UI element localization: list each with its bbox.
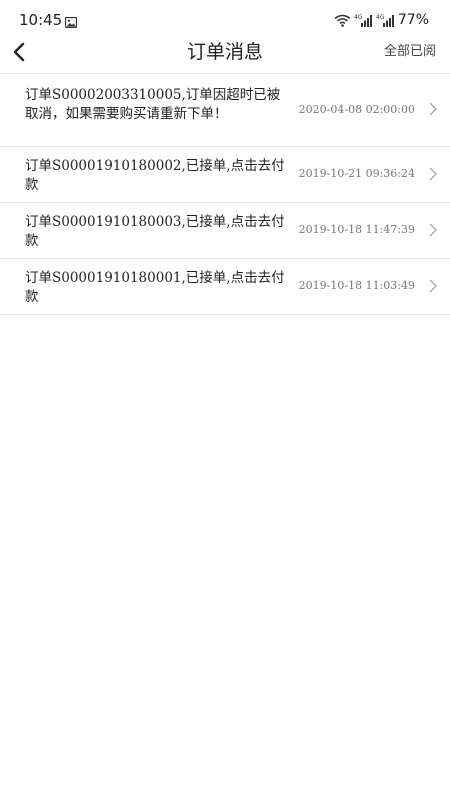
message-item[interactable]: 订单S00001910180003,已接单,点击去付款 2019-10-18 1… (0, 203, 450, 259)
message-text: 订单S00001910180001,已接单,点击去付款 (25, 270, 285, 305)
message-item[interactable]: 订单S00001910180002,已接单,点击去付款 2019-10-21 0… (0, 147, 450, 203)
nav-bar: 订单消息 全部已阅 (0, 34, 450, 72)
message-time: 2020-04-08 02:00:00 (298, 103, 415, 116)
mark-all-read-button[interactable]: 全部已阅 (384, 43, 436, 61)
message-text: 订单S00002003310005,订单因超时已被取消，如果需要购买请重新下单！ (25, 87, 281, 122)
chevron-right-icon (429, 102, 437, 116)
status-right: 4G 4G 77% (334, 10, 429, 30)
status-time: 10:45 (19, 11, 63, 29)
signal-2-icon: 4G (376, 13, 394, 27)
chevron-right-icon (429, 167, 437, 181)
message-time: 2019-10-18 11:03:49 (298, 279, 415, 292)
signal-1-icon: 4G (354, 13, 372, 27)
battery-level: 77% (397, 12, 429, 28)
network-type-2: 4G (376, 14, 385, 21)
wifi-icon (334, 14, 351, 27)
gallery-notification-icon (64, 13, 78, 29)
message-time: 2019-10-18 11:47:39 (298, 223, 415, 236)
page-title: 订单消息 (186, 41, 263, 63)
network-type-1: 4G (354, 14, 363, 21)
message-item[interactable]: 订单S00001910180001,已接单,点击去付款 2019-10-18 1… (0, 259, 450, 315)
message-item[interactable]: 订单S00002003310005,订单因超时已被取消，如果需要购买请重新下单！… (0, 74, 450, 147)
message-time: 2019-10-21 09:36:24 (298, 167, 415, 180)
chevron-right-icon (429, 279, 437, 293)
message-list: 订单S00002003310005,订单因超时已被取消，如果需要购买请重新下单！… (0, 74, 450, 315)
message-text: 订单S00001910180003,已接单,点击去付款 (25, 214, 285, 249)
message-text: 订单S00001910180002,已接单,点击去付款 (25, 158, 285, 193)
chevron-right-icon (429, 223, 437, 237)
